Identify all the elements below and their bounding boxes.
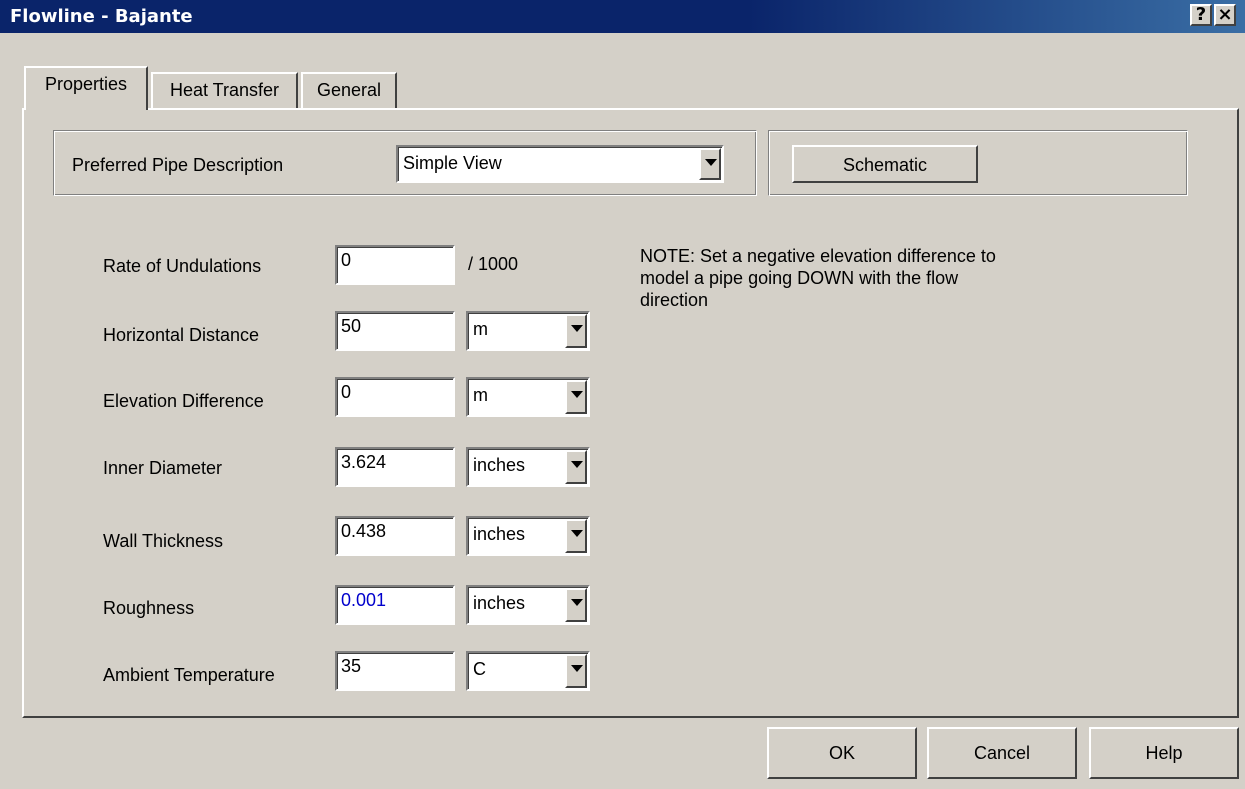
ok-button[interactable]: OK <box>767 727 917 779</box>
undulations-suffix: / 1000 <box>468 254 519 274</box>
roughness-input[interactable]: 0.001 <box>335 585 455 625</box>
tab-general-label: General <box>316 80 382 100</box>
roughness-unit: inches <box>473 593 526 613</box>
tab-general[interactable]: General <box>301 72 397 108</box>
schematic-button-label: Schematic <box>842 155 928 175</box>
chevron-down-icon[interactable] <box>565 380 587 414</box>
chevron-down-icon[interactable] <box>565 450 587 484</box>
chevron-down-icon[interactable] <box>565 519 587 553</box>
inner-diameter-label: Inner Diameter <box>103 458 223 478</box>
horizontal-distance-unit: m <box>473 319 488 339</box>
elevation-note: NOTE: Set a negative elevation differenc… <box>640 245 996 311</box>
cancel-button[interactable]: Cancel <box>927 727 1077 779</box>
title-bar: Flowline - Bajante ? × <box>0 0 1245 33</box>
elevation-difference-label: Elevation Difference <box>103 391 264 411</box>
wall-thickness-input[interactable]: 0.438 <box>335 516 455 556</box>
help-button-label: Help <box>1145 743 1183 763</box>
undulations-label: Rate of Undulations <box>103 256 262 276</box>
inner-diameter-input[interactable]: 3.624 <box>335 447 455 487</box>
elevation-difference-unit: m <box>473 385 488 405</box>
properties-panel <box>22 108 1239 718</box>
note-line-2: model a pipe going DOWN with the flow <box>640 268 959 288</box>
help-icon[interactable]: ? <box>1190 4 1212 26</box>
wall-thickness-label: Wall Thickness <box>103 531 224 551</box>
help-button[interactable]: Help <box>1089 727 1239 779</box>
tab-properties[interactable]: Properties <box>24 66 148 110</box>
horizontal-distance-input[interactable]: 50 <box>335 311 455 351</box>
inner-diameter-unit: inches <box>473 455 526 475</box>
ok-button-label: OK <box>828 743 855 763</box>
chevron-down-icon[interactable] <box>565 588 587 622</box>
ambient-temperature-input[interactable]: 35 <box>335 651 455 691</box>
wall-thickness-unit: inches <box>473 524 526 544</box>
chevron-down-icon[interactable] <box>565 654 587 688</box>
note-line-1: NOTE: Set a negative elevation differenc… <box>640 246 996 266</box>
tab-heat-transfer[interactable]: Heat Transfer <box>151 72 298 108</box>
undulations-input[interactable]: 0 <box>335 245 455 285</box>
horizontal-distance-unit-select[interactable]: m <box>466 311 590 351</box>
chevron-down-icon[interactable] <box>565 314 587 348</box>
pipe-description-value: Simple View <box>403 153 502 173</box>
cancel-button-label: Cancel <box>973 743 1031 763</box>
ambient-temperature-unit: C <box>473 659 486 679</box>
tab-properties-label: Properties <box>44 74 128 94</box>
roughness-unit-select[interactable]: inches <box>466 585 590 625</box>
elevation-difference-input[interactable]: 0 <box>335 377 455 417</box>
elevation-difference-unit-select[interactable]: m <box>466 377 590 417</box>
schematic-button[interactable]: Schematic <box>792 145 978 183</box>
close-icon[interactable]: × <box>1214 4 1236 26</box>
pipe-description-select[interactable]: Simple View <box>396 145 724 183</box>
chevron-down-icon[interactable] <box>699 148 721 180</box>
roughness-label: Roughness <box>103 598 195 618</box>
inner-diameter-unit-select[interactable]: inches <box>466 447 590 487</box>
pipe-description-label: Preferred Pipe Description <box>72 155 284 175</box>
window-title: Flowline - Bajante <box>10 6 193 27</box>
ambient-temperature-unit-select[interactable]: C <box>466 651 590 691</box>
tab-heat-transfer-label: Heat Transfer <box>169 80 280 100</box>
wall-thickness-unit-select[interactable]: inches <box>466 516 590 556</box>
ambient-temperature-label: Ambient Temperature <box>103 665 275 685</box>
note-line-3: direction <box>640 290 709 310</box>
horizontal-distance-label: Horizontal Distance <box>103 325 260 345</box>
